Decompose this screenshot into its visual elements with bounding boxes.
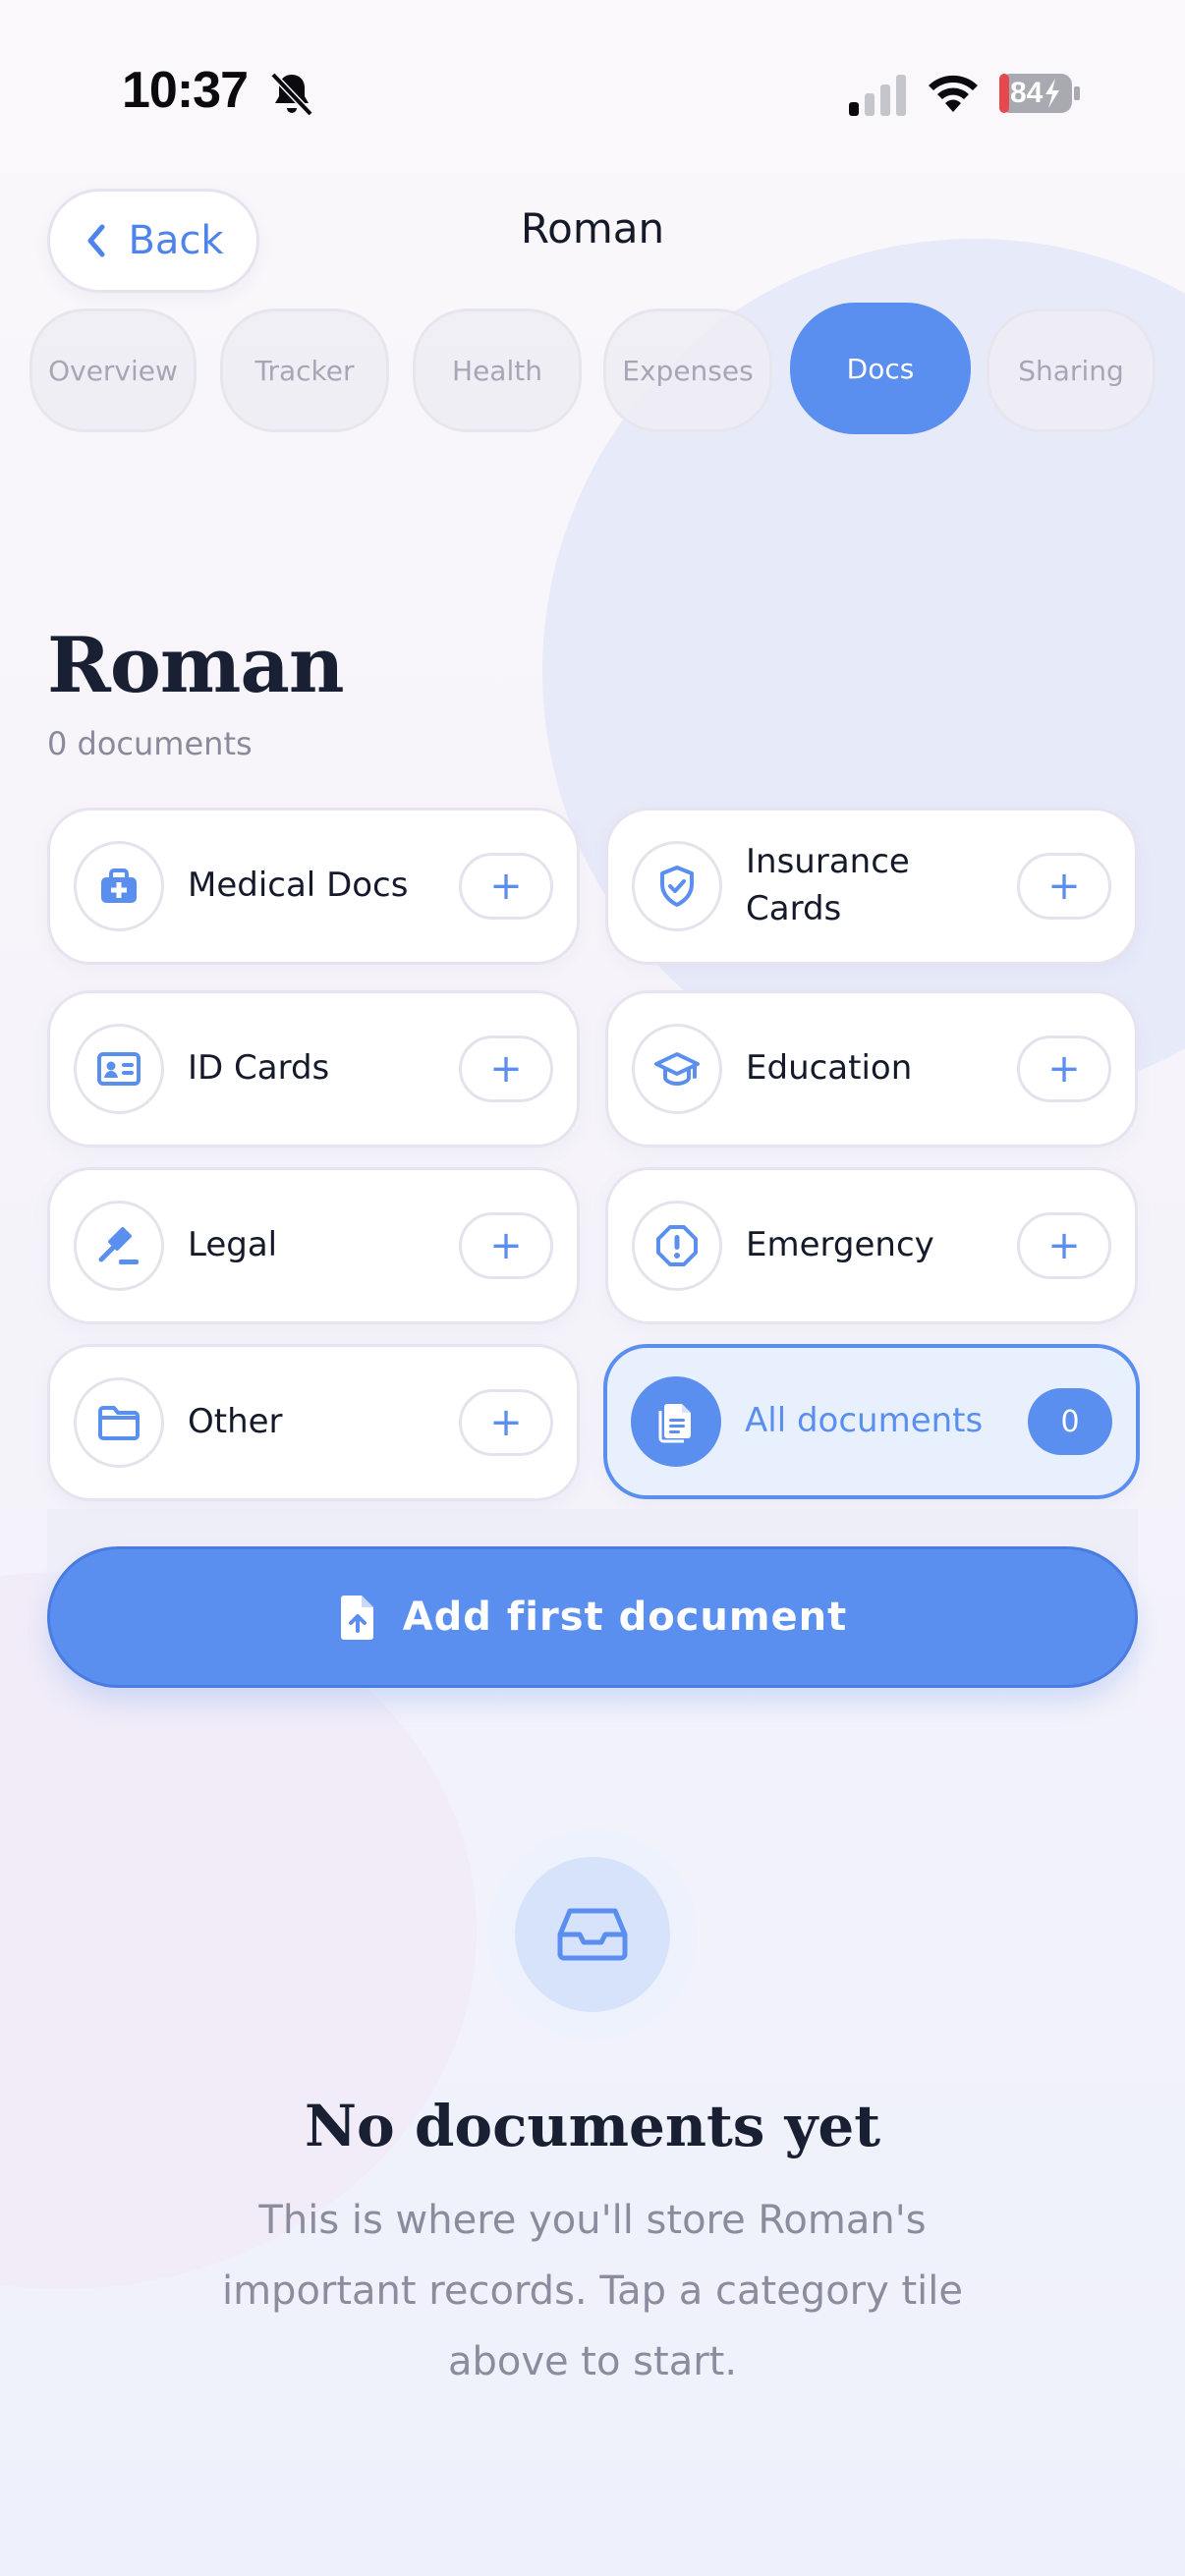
tab-bar: Overview Tracker Health Expenses Docs Sh…: [0, 301, 1185, 442]
add-medical-docs-button[interactable]: +: [459, 853, 553, 920]
category-label: Education: [746, 1048, 913, 1089]
nav-title: Roman: [520, 204, 665, 252]
category-label: Legal: [188, 1225, 278, 1265]
alert-icon: [632, 1201, 722, 1291]
tab-label: Sharing: [1018, 354, 1124, 387]
tab-label: Docs: [846, 352, 915, 385]
category-tile-insurance-cards[interactable]: Insurance Cards +: [605, 808, 1138, 965]
category-tile-other[interactable]: Other +: [47, 1344, 580, 1501]
tab-label: Health: [452, 354, 542, 387]
empty-state-title: No documents yet: [304, 2093, 881, 2159]
battery-level: 84: [1010, 77, 1044, 109]
add-other-button[interactable]: +: [459, 1389, 553, 1456]
tab-tracker[interactable]: Tracker: [220, 308, 389, 432]
shield-check-icon: [632, 841, 722, 931]
add-education-button[interactable]: +: [1017, 1036, 1111, 1102]
add-first-document-button[interactable]: Add first document: [47, 1546, 1138, 1688]
add-legal-button[interactable]: +: [459, 1212, 553, 1279]
documents-icon: [631, 1376, 721, 1467]
tab-sharing[interactable]: Sharing: [987, 308, 1156, 432]
add-insurance-cards-button[interactable]: +: [1017, 853, 1111, 920]
id-card-icon: [74, 1024, 164, 1114]
silent-bell-icon: [270, 72, 313, 117]
category-label: Insurance Cards: [746, 842, 910, 928]
tab-label: Overview: [48, 354, 178, 387]
tab-label: Tracker: [254, 354, 355, 387]
status-time: 10:37: [122, 62, 249, 119]
tab-health[interactable]: Health: [413, 308, 582, 432]
medical-kit-icon: [74, 841, 164, 931]
folder-icon: [74, 1377, 164, 1468]
category-label: Other: [188, 1402, 283, 1442]
wifi-icon: [929, 75, 978, 112]
category-tile-legal[interactable]: Legal +: [47, 1167, 580, 1324]
documents-count-badge: 0: [1028, 1388, 1112, 1455]
tab-docs[interactable]: Docs: [790, 303, 971, 434]
gavel-icon: [74, 1201, 164, 1291]
add-id-cards-button[interactable]: +: [459, 1036, 553, 1102]
category-tile-all-documents[interactable]: All documents 0: [603, 1344, 1140, 1499]
category-tile-emergency[interactable]: Emergency +: [605, 1167, 1138, 1324]
category-label: All documents: [745, 1401, 984, 1441]
add-first-document-label: Add first document: [402, 1595, 848, 1640]
category-tile-id-cards[interactable]: ID Cards +: [47, 990, 580, 1148]
empty-state-description: This is where you'll store Roman's impor…: [221, 2198, 964, 2384]
category-tile-education[interactable]: Education +: [605, 990, 1138, 1148]
category-label: ID Cards: [188, 1048, 330, 1089]
graduation-cap-icon: [632, 1024, 722, 1114]
cellular-signal-icon: [849, 75, 906, 116]
inbox-icon: [515, 1857, 670, 2012]
category-tile-medical-docs[interactable]: Medical Docs +: [47, 808, 580, 965]
battery-indicator: 84: [998, 73, 1081, 114]
page-title: Roman: [47, 621, 345, 710]
category-label: Emergency: [746, 1225, 934, 1265]
document-count: 0 documents: [47, 725, 253, 762]
tab-label: Expenses: [622, 354, 754, 387]
tab-expenses[interactable]: Expenses: [603, 308, 772, 432]
category-label: Medical Docs: [188, 866, 409, 906]
add-emergency-button[interactable]: +: [1017, 1212, 1111, 1279]
file-upload-icon: [340, 1596, 373, 1640]
tab-overview[interactable]: Overview: [29, 308, 197, 432]
